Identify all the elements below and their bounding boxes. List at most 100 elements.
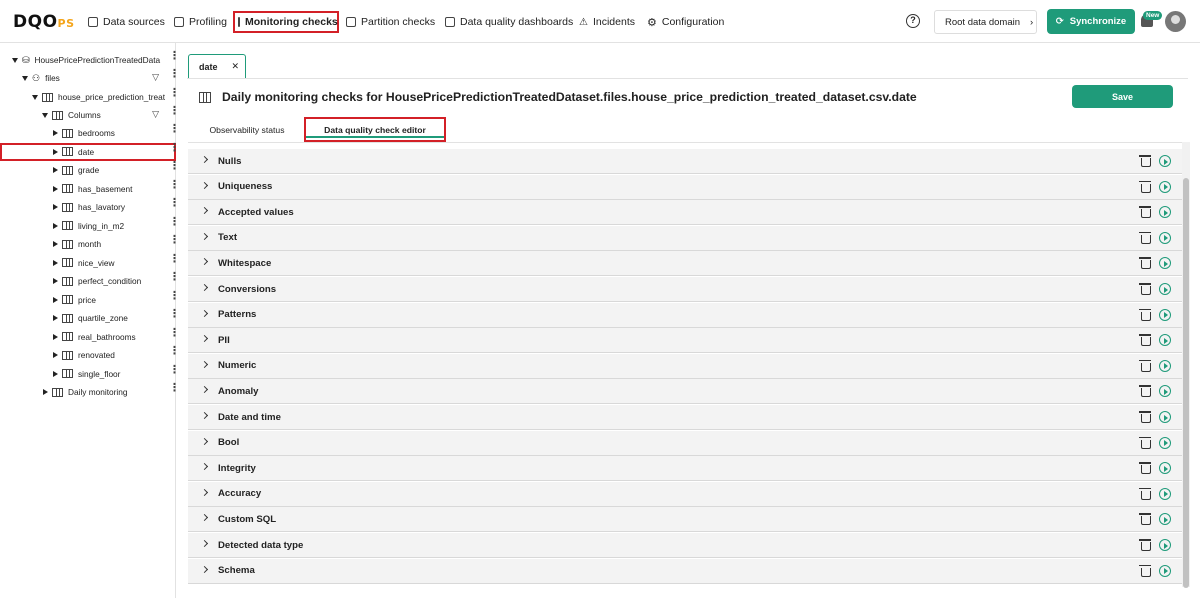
delete-icon[interactable] xyxy=(1139,436,1151,449)
help-icon[interactable]: ? xyxy=(906,14,920,28)
delete-icon[interactable] xyxy=(1139,359,1151,372)
chevron-right-icon[interactable] xyxy=(200,514,209,522)
delete-icon[interactable] xyxy=(1139,231,1151,244)
check-category-row[interactable]: Accuracy xyxy=(188,481,1182,507)
check-category-row[interactable]: Nulls xyxy=(188,149,1182,174)
more-options-icon[interactable]: ⋮ xyxy=(169,51,180,66)
check-category-row[interactable]: Numeric xyxy=(188,353,1182,379)
expand-right-icon[interactable] xyxy=(53,204,58,210)
expand-right-icon[interactable] xyxy=(53,148,58,155)
dqops-logo[interactable]: DQOPS xyxy=(13,12,75,32)
run-check-icon[interactable] xyxy=(1159,411,1171,423)
check-category-row[interactable]: Anomaly xyxy=(188,379,1182,405)
run-check-icon[interactable] xyxy=(1159,180,1171,193)
delete-icon[interactable] xyxy=(1139,487,1151,500)
more-options-icon[interactable]: ⋮ xyxy=(169,198,180,213)
tree-column-item[interactable]: renovated ⋮ xyxy=(0,346,180,364)
check-category-row[interactable]: Uniqueness xyxy=(188,174,1182,200)
expand-right-icon[interactable] xyxy=(53,278,58,284)
synchronize-button[interactable]: ⟳ Synchronize xyxy=(1047,9,1135,34)
chevron-right-icon[interactable] xyxy=(200,283,209,292)
more-options-icon[interactable]: ⋮ xyxy=(169,235,180,250)
tree-column-item[interactable]: quartile_zone ⋮ xyxy=(0,309,180,327)
expand-right-icon[interactable] xyxy=(53,296,58,303)
more-options-icon[interactable]: ⋮ xyxy=(169,272,180,287)
tree-column-item[interactable]: month ⋮ xyxy=(0,235,180,253)
run-check-icon[interactable] xyxy=(1159,436,1171,449)
more-options-icon[interactable]: ⋮ xyxy=(169,383,180,398)
expand-right-icon[interactable] xyxy=(53,167,58,173)
delete-icon[interactable] xyxy=(1139,180,1151,193)
save-button[interactable]: Save xyxy=(1072,85,1173,108)
delete-icon[interactable] xyxy=(1139,539,1151,551)
check-category-row[interactable]: Integrity xyxy=(188,456,1182,482)
tree-column-item[interactable]: grade ⋮ xyxy=(0,161,180,179)
chevron-right-icon[interactable] xyxy=(200,539,209,548)
run-check-icon[interactable] xyxy=(1159,155,1171,167)
run-check-icon[interactable] xyxy=(1159,487,1171,500)
check-category-row[interactable]: PII xyxy=(188,328,1182,354)
nav-partition-checks[interactable]: Partition checks xyxy=(346,11,435,33)
expand-right-icon[interactable] xyxy=(53,222,58,229)
delete-icon[interactable] xyxy=(1139,564,1151,577)
tree-columns[interactable]: Columns ▽ ⋮ xyxy=(0,106,180,124)
delete-icon[interactable] xyxy=(1139,462,1151,475)
check-category-row[interactable]: Text xyxy=(188,225,1182,251)
check-category-row[interactable]: Patterns xyxy=(188,302,1182,328)
expand-right-icon[interactable] xyxy=(53,370,58,377)
nav-profiling[interactable]: Profiling xyxy=(174,11,227,33)
tree-column-item[interactable]: has_basement ⋮ xyxy=(0,179,180,198)
check-category-row[interactable]: Date and time xyxy=(188,405,1182,430)
tree-connection[interactable]: ⛁ HousePricePredictionTreatedData ⋮ xyxy=(0,51,180,69)
more-options-icon[interactable]: ⋮ xyxy=(169,216,180,232)
tree-column-item[interactable]: nice_view ⋮ xyxy=(0,253,180,272)
tree-column-item[interactable]: real_bathrooms ⋮ xyxy=(0,327,180,346)
tree-column-item[interactable]: single_floor ⋮ xyxy=(0,364,180,383)
tab-data-quality-check-editor[interactable]: Data quality check editor xyxy=(304,117,446,142)
run-check-icon[interactable] xyxy=(1159,206,1171,219)
more-options-icon[interactable]: ⋮ xyxy=(169,346,180,361)
expand-right-icon[interactable] xyxy=(53,352,58,358)
chevron-right-icon[interactable] xyxy=(200,488,209,496)
tab-date[interactable]: date ✕ xyxy=(188,54,246,78)
tree-column-item[interactable]: date ⋮ xyxy=(0,142,180,161)
chevron-right-icon[interactable] xyxy=(200,565,209,573)
chevron-right-icon[interactable] xyxy=(200,360,209,368)
run-check-icon[interactable] xyxy=(1159,539,1171,551)
check-category-row[interactable]: Detected data type xyxy=(188,533,1182,558)
more-options-icon[interactable]: ⋮ xyxy=(169,309,180,324)
more-options-icon[interactable]: ⋮ xyxy=(169,106,180,121)
tree-column-item[interactable]: price ⋮ xyxy=(0,290,180,309)
delete-icon[interactable] xyxy=(1139,155,1151,167)
tree-column-item[interactable]: perfect_condition ⋮ xyxy=(0,272,180,290)
check-category-row[interactable]: Bool xyxy=(188,430,1182,456)
expand-down-icon[interactable] xyxy=(12,57,18,63)
expand-right-icon[interactable] xyxy=(43,389,48,395)
chevron-right-icon[interactable] xyxy=(200,232,209,240)
chevron-right-icon[interactable] xyxy=(200,181,209,189)
delete-icon[interactable] xyxy=(1139,411,1151,423)
expand-right-icon[interactable] xyxy=(53,259,58,266)
chevron-right-icon[interactable] xyxy=(200,207,209,215)
tab-observability-status[interactable]: Observability status xyxy=(196,117,298,142)
root-data-domain-button[interactable]: Root data domain › xyxy=(934,10,1037,34)
more-options-icon[interactable]: ⋮ xyxy=(169,142,180,158)
user-avatar[interactable] xyxy=(1165,11,1186,32)
more-options-icon[interactable]: ⋮ xyxy=(169,179,180,195)
chevron-right-icon[interactable] xyxy=(200,386,209,394)
tree-column-item[interactable]: has_lavatory ⋮ xyxy=(0,198,180,216)
run-check-icon[interactable] xyxy=(1159,308,1171,321)
expand-down-icon[interactable] xyxy=(42,112,48,118)
run-check-icon[interactable] xyxy=(1159,359,1171,372)
tree-table[interactable]: house_price_prediction_treat ⋮ xyxy=(0,88,180,106)
more-options-icon[interactable]: ⋮ xyxy=(169,88,180,103)
run-check-icon[interactable] xyxy=(1159,462,1171,475)
expand-right-icon[interactable] xyxy=(53,130,58,136)
delete-icon[interactable] xyxy=(1139,283,1151,295)
scrollbar-thumb[interactable] xyxy=(1183,178,1189,588)
more-options-icon[interactable]: ⋮ xyxy=(169,253,180,269)
check-category-row[interactable]: Whitespace xyxy=(188,251,1182,277)
chevron-right-icon[interactable] xyxy=(200,309,209,317)
run-check-icon[interactable] xyxy=(1159,257,1171,270)
check-category-row[interactable]: Schema xyxy=(188,558,1182,584)
